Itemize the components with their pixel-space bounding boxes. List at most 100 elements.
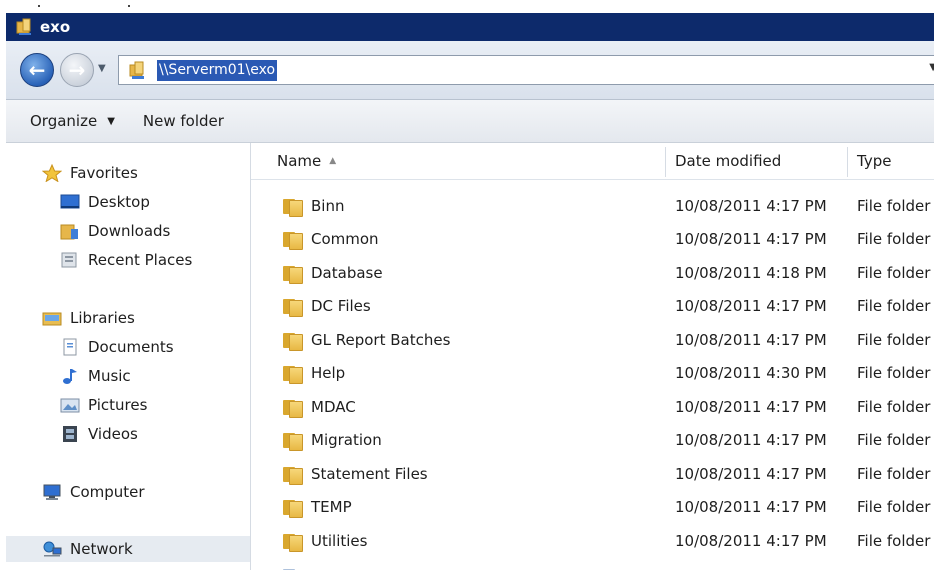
- nav-recent-places[interactable]: Recent Places: [6, 247, 250, 273]
- file-name-cell: TEMP: [281, 491, 352, 524]
- nav-documents[interactable]: Documents: [6, 334, 250, 360]
- file-name: Migration: [311, 431, 382, 449]
- address-dropdown-icon[interactable]: ▼: [929, 62, 934, 73]
- file-list: Name ▲ Date modified Type Binn 10/08/2011…: [251, 143, 934, 570]
- nav-music[interactable]: Music: [6, 363, 250, 389]
- file-name: Utilities: [311, 531, 368, 550]
- file-row[interactable]: Utilities 10/08/2011 4:17 PM File folder: [251, 524, 934, 557]
- file-name: Help: [311, 364, 346, 382]
- file-name-cell: GL Report Batches: [281, 323, 450, 356]
- file-row[interactable]: Statement Files 10/08/2011 4:17 PM File fo…: [251, 457, 934, 490]
- column-divider[interactable]: [665, 147, 666, 177]
- file-type: File folder: [857, 531, 931, 550]
- file-name: Database: [311, 263, 383, 282]
- nav-label: Desktop: [88, 193, 150, 211]
- screen-dot: [128, 5, 130, 7]
- folder-icon: [281, 431, 303, 451]
- folder-icon: [281, 398, 303, 418]
- film-strip-icon: [60, 425, 80, 443]
- nav-network[interactable]: Network: [6, 536, 250, 562]
- column-header-date[interactable]: Date modified: [675, 143, 781, 179]
- downloads-folder-icon: [60, 222, 80, 240]
- nav-label: Network: [70, 540, 133, 558]
- file-name: DC Files: [311, 297, 371, 315]
- nav-label: Libraries: [70, 309, 135, 327]
- file-row[interactable]: Common 10/08/2011 4:17 PM File folder: [251, 223, 934, 256]
- file-date: 10/08/2011 4:17 PM: [675, 498, 827, 516]
- file-date: 10/08/2011 4:17 PM: [675, 464, 827, 483]
- nav-favorites[interactable]: Favorites: [6, 160, 250, 186]
- nav-videos[interactable]: Videos: [6, 421, 250, 447]
- file-type: File folder: [857, 364, 931, 382]
- file-type: File folder: [857, 498, 931, 516]
- file-type: File folder: [857, 330, 931, 349]
- organize-label: Organize: [30, 112, 98, 130]
- nav-pictures[interactable]: Pictures: [6, 392, 250, 418]
- pictures-icon: [60, 396, 80, 414]
- file-date: 10/08/2011 4:17 PM: [675, 196, 827, 215]
- file-row[interactable]: TEMP 10/08/2011 4:17 PM File folder: [251, 491, 934, 524]
- column-header-type[interactable]: Type: [857, 143, 891, 179]
- nav-computer[interactable]: Computer: [6, 479, 250, 505]
- file-name-cell: Statement Files: [281, 457, 428, 490]
- file-row[interactable]: MDAC 10/08/2011 4:17 PM File folder: [251, 390, 934, 423]
- folder-icon: [281, 264, 303, 284]
- back-button[interactable]: ←: [20, 53, 54, 87]
- computer-icon: [42, 483, 62, 501]
- file-date: 10/08/2011 4:17 PM: [675, 397, 827, 416]
- forward-arrow-icon: →: [68, 58, 86, 82]
- nav-desktop[interactable]: Desktop: [6, 189, 250, 215]
- nav-label: Computer: [70, 483, 145, 501]
- file-name-cell: Migration: [281, 424, 382, 457]
- sort-ascending-icon: ▲: [329, 156, 337, 166]
- column-header-name[interactable]: Name ▲: [277, 143, 336, 179]
- new-folder-button[interactable]: New folder: [143, 112, 224, 130]
- file-type: File folder: [857, 263, 931, 282]
- file-name: Common: [311, 230, 379, 248]
- file-name-cell: Utilities: [281, 524, 367, 557]
- file-name: MDAC: [311, 397, 356, 416]
- nav-libraries[interactable]: Libraries: [6, 305, 250, 331]
- file-name: Binn: [311, 196, 345, 215]
- folder-icon: [281, 532, 303, 552]
- folder-icon: [281, 465, 303, 485]
- organize-button[interactable]: Organize ▼: [30, 112, 115, 130]
- top-strip: [0, 0, 934, 12]
- file-row[interactable]: DC Files 10/08/2011 4:17 PM File folder: [251, 290, 934, 323]
- address-field[interactable]: \\Serverm01\exo ▼: [118, 55, 934, 85]
- address-bar-area: ← → ▼ \\Serverm01\exo ▼: [6, 41, 934, 100]
- file-name-cell: Common: [281, 223, 379, 256]
- address-path[interactable]: \\Serverm01\exo: [157, 59, 278, 81]
- column-label: Date modified: [675, 152, 782, 170]
- libraries-icon: [42, 309, 62, 327]
- forward-button[interactable]: →: [60, 53, 94, 87]
- documents-icon: [60, 338, 80, 356]
- folder-icon: [281, 364, 303, 384]
- file-row[interactable]: Database 10/08/2011 4:18 PM File folder: [251, 256, 934, 289]
- nav-label: Downloads: [88, 222, 171, 240]
- file-row[interactable]: Help 10/08/2011 4:30 PM File folder: [251, 357, 934, 390]
- nav-downloads[interactable]: Downloads: [6, 218, 250, 244]
- recent-pages-dropdown[interactable]: ▼: [98, 63, 106, 74]
- file-type: File folder: [857, 230, 931, 248]
- title-bar: exo: [6, 13, 934, 41]
- file-date: 10/08/2011 4:30 PM: [675, 364, 827, 382]
- chevron-down-icon: ▼: [107, 115, 115, 127]
- window-title: exo: [40, 18, 71, 36]
- navigation-pane: Favorites Desktop Downloads Recent Place…: [6, 143, 251, 570]
- file-name-cell: Binn: [281, 189, 344, 222]
- file-type: File folder: [857, 196, 931, 215]
- nav-label: Videos: [88, 425, 138, 443]
- file-date: 10/08/2011 4:17 PM: [675, 330, 827, 349]
- nav-label: Pictures: [88, 396, 148, 414]
- file-row[interactable]: GL Report Batches 10/08/2011 4:17 PM File …: [251, 323, 934, 356]
- file-row[interactable]: Migration 10/08/2011 4:17 PM File folder: [251, 424, 934, 457]
- folder-icon: [281, 297, 303, 317]
- folder-icon: [281, 331, 303, 351]
- column-divider[interactable]: [847, 147, 848, 177]
- nav-label: Recent Places: [88, 251, 193, 269]
- file-row[interactable]: Binn 10/08/2011 4:17 PM File folder: [251, 189, 934, 222]
- file-name: GL Report Batches: [311, 330, 451, 349]
- desktop-icon: [60, 193, 80, 211]
- file-name-cell: DC Files: [281, 290, 371, 323]
